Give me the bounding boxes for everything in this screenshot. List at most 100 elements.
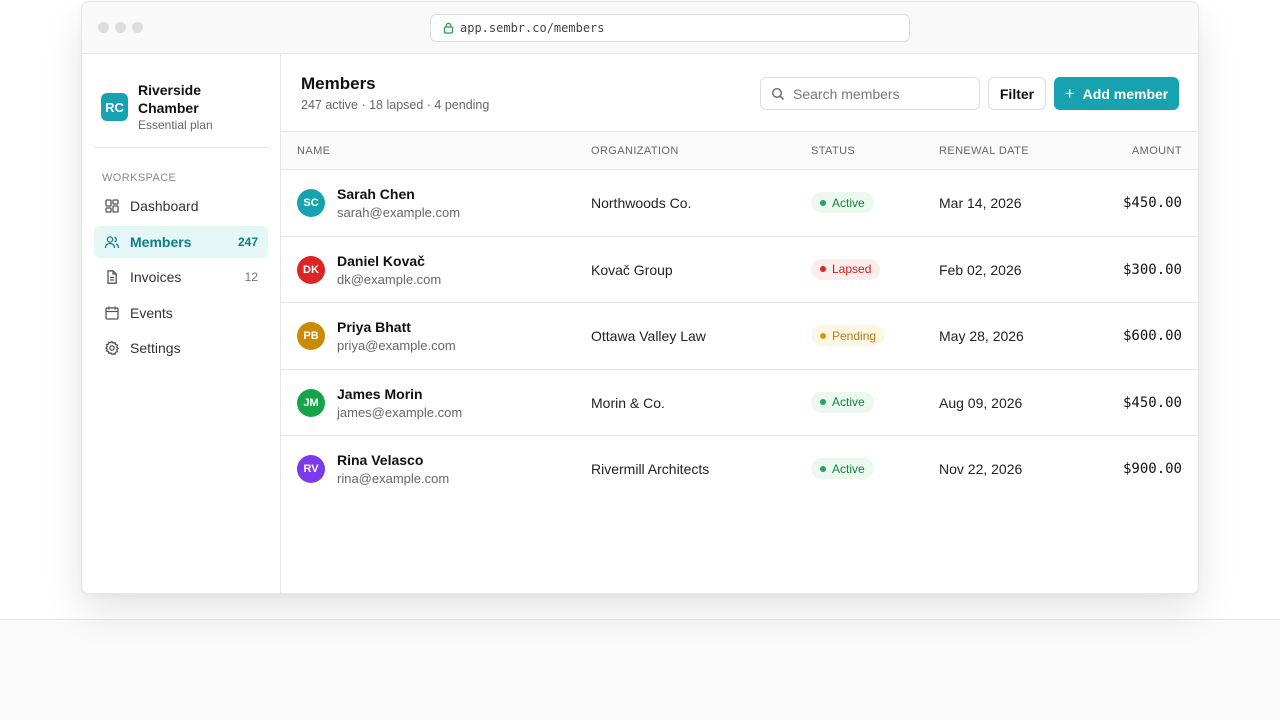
renewal-date: Feb 02, 2026 — [939, 261, 1022, 278]
page-header: Members 247 active · 18 lapsed · 4 pendi… — [281, 54, 1198, 132]
org-switcher[interactable]: RC Riverside Chamber Essential plan — [94, 54, 268, 148]
table-row[interactable]: RV Rina Velasco rina@example.com Rivermi… — [281, 436, 1198, 503]
sidebar-item-invoices[interactable]: Invoices 12 — [94, 261, 268, 293]
sidebar-item-count: 247 — [237, 234, 258, 249]
status-dot-icon — [820, 399, 826, 405]
search-icon — [771, 87, 784, 100]
sidebar-item-members[interactable]: Members 247 — [94, 225, 268, 258]
address-bar[interactable]: app.sembr.co/members — [430, 14, 910, 42]
renewal-date: Nov 22, 2026 — [939, 461, 1023, 477]
search-box[interactable] — [760, 77, 980, 110]
status-dot-icon — [820, 465, 826, 472]
renewal-date: Aug 09, 2026 — [939, 394, 1023, 411]
url-text: app.sembr.co/members — [460, 21, 605, 35]
member-amount: $450.00 — [1122, 394, 1182, 411]
maximize-window-dot[interactable] — [132, 22, 143, 33]
member-name[interactable]: Daniel Kovač — [337, 253, 425, 269]
status-label: Active — [832, 195, 865, 210]
sidebar-item-events[interactable]: Events — [94, 297, 268, 329]
member-email: priya@example.com — [337, 338, 456, 353]
member-name[interactable]: Sarah Chen — [337, 186, 415, 202]
sidebar-item-label: Members — [130, 233, 192, 250]
filter-button[interactable]: Filter — [988, 77, 1046, 110]
file-icon — [107, 270, 117, 284]
plus-icon: + — [1064, 84, 1075, 103]
window-controls — [98, 22, 143, 33]
sidebar: RC Riverside Chamber Essential plan WORK… — [82, 54, 281, 593]
member-name[interactable]: Rina Velasco — [337, 452, 423, 468]
avatar: JM — [297, 388, 325, 417]
avatar: DK — [297, 255, 325, 284]
column-header-status[interactable]: STATUS — [811, 145, 855, 157]
minimize-window-dot[interactable] — [115, 22, 126, 33]
member-email: sarah@example.com — [337, 205, 461, 220]
gear-icon — [104, 340, 119, 356]
status-badge: Active — [811, 391, 874, 413]
member-email: james@example.com — [337, 404, 463, 420]
users-icon — [104, 235, 120, 248]
status-label: Active — [832, 395, 865, 409]
sidebar-item-dashboard[interactable]: Dashboard — [94, 190, 268, 222]
table-row[interactable]: SC Sarah Chen sarah@example.com Northwoo… — [281, 170, 1198, 237]
members-table-body: SC Sarah Chen sarah@example.com Northwoo… — [281, 170, 1198, 503]
dashboard-icon — [105, 199, 119, 213]
member-amount: $900.00 — [1122, 461, 1182, 477]
calendar-icon — [105, 306, 119, 320]
close-window-dot[interactable] — [98, 22, 109, 33]
add-member-label: Add member — [1082, 85, 1169, 102]
member-email: dk@example.com — [337, 271, 442, 287]
member-organization: Morin & Co. — [591, 394, 665, 411]
column-header-renewal-date[interactable]: RENEWAL DATE — [939, 145, 1029, 157]
avatar: PB — [297, 322, 325, 350]
table-row[interactable]: PB Priya Bhatt priya@example.com Ottawa … — [281, 303, 1198, 370]
avatar: RV — [297, 455, 325, 483]
org-name: Riverside Chamber — [137, 82, 202, 116]
column-header-amount[interactable]: AMOUNT — [1132, 145, 1182, 157]
status-badge: Pending — [811, 325, 886, 346]
renewal-date: Mar 14, 2026 — [939, 195, 1022, 211]
sidebar-item-label: Events — [130, 304, 173, 321]
org-plan: Essential plan — [137, 118, 213, 132]
renewal-date: May 28, 2026 — [939, 328, 1024, 344]
member-amount: $300.00 — [1122, 261, 1182, 278]
page-title: Members — [301, 74, 376, 93]
column-header-name[interactable]: NAME — [297, 145, 330, 157]
member-amount: $600.00 — [1122, 328, 1182, 344]
page-background — [0, 619, 1280, 720]
member-organization: Northwoods Co. — [591, 195, 692, 211]
status-badge: Active — [811, 458, 874, 479]
org-avatar: RC — [101, 93, 128, 121]
lock-icon — [443, 22, 454, 34]
status-badge: Lapsed — [811, 258, 881, 280]
member-name[interactable]: Priya Bhatt — [337, 319, 411, 335]
sidebar-item-settings[interactable]: Settings — [94, 332, 268, 364]
sidebar-item-count: 12 — [244, 270, 258, 284]
avatar: SC — [297, 189, 325, 217]
status-label: Pending — [832, 328, 877, 343]
status-dot-icon — [820, 199, 826, 206]
member-organization: Ottawa Valley Law — [591, 328, 706, 344]
section-label-workspace: WORKSPACE — [102, 172, 177, 184]
status-dot-icon — [820, 332, 826, 339]
table-row[interactable]: DK Daniel Kovač dk@example.com Kovač Gro… — [281, 237, 1198, 303]
member-name[interactable]: James Morin — [337, 386, 423, 402]
page-subtitle: 247 active · 18 lapsed · 4 pending — [301, 98, 490, 112]
member-organization: Rivermill Architects — [591, 461, 710, 477]
sidebar-item-label: Settings — [130, 340, 181, 356]
main-content: Members 247 active · 18 lapsed · 4 pendi… — [281, 54, 1198, 593]
status-label: Lapsed — [832, 262, 872, 276]
sidebar-item-label: Dashboard — [130, 198, 199, 214]
member-amount: $450.00 — [1122, 195, 1182, 211]
column-header-organization[interactable]: ORGANIZATION — [591, 145, 679, 157]
sidebar-item-label: Invoices — [130, 269, 182, 285]
member-email: rina@example.com — [337, 471, 450, 486]
search-input[interactable] — [793, 85, 963, 102]
add-member-button[interactable]: + Add member — [1054, 77, 1179, 110]
status-badge: Active — [811, 192, 874, 213]
member-organization: Kovač Group — [591, 261, 673, 278]
status-dot-icon — [820, 266, 826, 272]
table-header: NAME ORGANIZATION STATUS RENEWAL DATE AM… — [281, 132, 1198, 170]
status-label: Active — [832, 461, 865, 476]
table-row[interactable]: JM James Morin james@example.com Morin &… — [281, 370, 1198, 436]
browser-titlebar: app.sembr.co/members — [82, 2, 1198, 54]
